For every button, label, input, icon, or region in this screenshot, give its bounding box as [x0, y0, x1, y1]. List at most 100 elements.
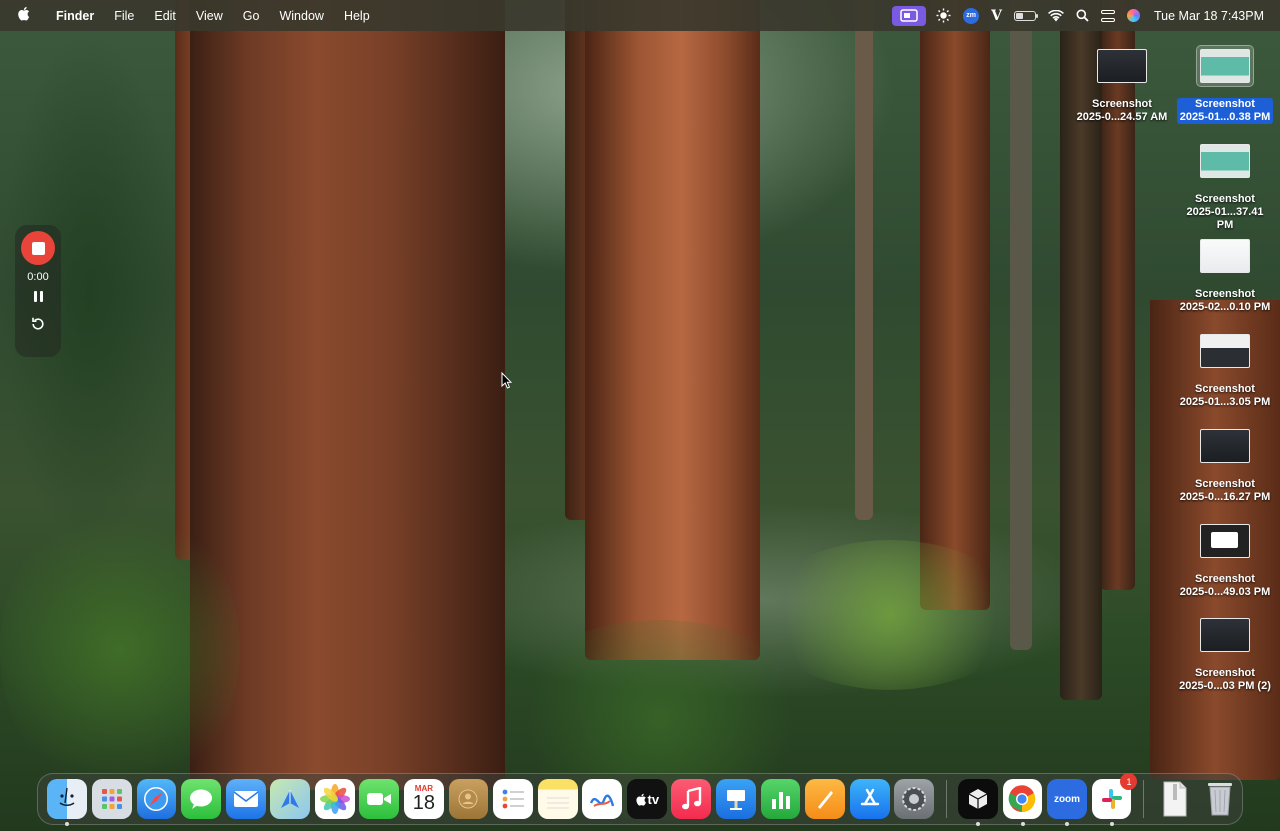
zoom-badge: zm	[963, 7, 980, 24]
pause-recording-button[interactable]	[33, 291, 43, 302]
reminders-icon[interactable]	[493, 779, 533, 819]
file-name-line1: Screenshot	[1092, 98, 1152, 110]
menu-view[interactable]: View	[186, 0, 233, 31]
file-thumbnail	[1200, 429, 1250, 463]
file-name-line1: Screenshot	[1195, 573, 1255, 585]
file-thumbnail	[1200, 334, 1250, 368]
wifi-icon[interactable]	[1042, 0, 1070, 31]
file-name-line2: 2025-0...16.27 PM	[1179, 491, 1271, 503]
wallpaper-foliage	[0, 500, 240, 800]
file-name-line2: 2025-01...0.38 PM	[1179, 111, 1271, 123]
trash-icon[interactable]	[1200, 779, 1240, 819]
menubar-clock[interactable]: Tue Mar 18 7:43PM	[1146, 0, 1270, 31]
wallpaper-tree	[585, 0, 760, 660]
facetime-icon[interactable]	[359, 779, 400, 819]
zoom-icon[interactable]: zoom	[1047, 779, 1087, 826]
wallpaper-foliage	[760, 540, 1020, 690]
v-logo-icon[interactable]: V	[985, 0, 1008, 31]
music-icon[interactable]	[671, 779, 712, 819]
finder-icon[interactable]	[47, 779, 88, 826]
file-name-line2: 2025-0...03 PM (2)	[1179, 680, 1271, 692]
dock: MAR 18 tv zoom 1	[37, 773, 1243, 826]
desktop-file-screenshot[interactable]: Screenshot 2025-02...0.10 PM	[1175, 235, 1275, 314]
recording-timer: 0:00	[27, 271, 49, 283]
file-name-line2: 2025-0...49.03 PM	[1179, 586, 1271, 598]
dock-separator	[945, 780, 947, 818]
dock-separator	[1142, 780, 1144, 818]
screen-recorder-widget: 0:00	[15, 225, 61, 357]
menu-go[interactable]: Go	[233, 0, 270, 31]
launchpad-icon[interactable]	[91, 779, 132, 819]
file-name-line2: 2025-01...3.05 PM	[1179, 396, 1271, 408]
stop-icon	[31, 241, 45, 255]
app-store-icon[interactable]	[849, 779, 890, 819]
slack-notification-badge: 1	[1120, 773, 1138, 790]
desktop-file-screenshot[interactable]: Screenshot 2025-01...37.41 PM	[1175, 140, 1275, 232]
system-settings-icon[interactable]	[894, 779, 935, 819]
freeform-icon[interactable]	[582, 779, 623, 819]
zoom-status-icon[interactable]: zm	[957, 0, 985, 31]
keynote-icon[interactable]	[716, 779, 756, 819]
restart-recording-button[interactable]	[30, 316, 46, 336]
menu-window[interactable]: Window	[269, 0, 333, 31]
file-name-line1: Screenshot	[1195, 478, 1255, 490]
numbers-icon[interactable]	[760, 779, 801, 819]
contacts-icon[interactable]	[448, 779, 489, 819]
restart-icon	[32, 317, 44, 330]
battery-icon[interactable]	[1008, 0, 1042, 31]
apple-menu-icon[interactable]	[0, 6, 46, 25]
brightness-icon[interactable]	[930, 0, 957, 31]
file-name-line1: Screenshot	[1195, 98, 1255, 110]
safari-icon[interactable]	[136, 779, 177, 819]
file-name-line2: 2025-0...24.57 AM	[1076, 111, 1168, 123]
file-name-line2: 2025-01...37.41 PM	[1186, 206, 1264, 231]
wallpaper-tree	[1010, 0, 1032, 650]
wallpaper-tree	[920, 0, 990, 610]
zoom-label: zoom	[1053, 793, 1081, 805]
desktop-file-screenshot[interactable]: Screenshot 2025-0...16.27 PM	[1175, 425, 1275, 504]
notes-icon[interactable]	[537, 779, 578, 819]
chrome-icon[interactable]	[1002, 779, 1043, 826]
file-thumbnail	[1200, 524, 1250, 558]
siri-icon[interactable]	[1121, 0, 1146, 31]
stop-recording-button[interactable]	[21, 231, 55, 265]
screen-share-icon[interactable]	[892, 5, 927, 26]
menu-edit[interactable]: Edit	[144, 0, 186, 31]
file-thumbnail	[1200, 144, 1250, 178]
file-name-line1: Screenshot	[1195, 667, 1255, 679]
menu-app-finder[interactable]: Finder	[46, 0, 104, 31]
slack-icon[interactable]: 1	[1091, 773, 1138, 826]
calendar-icon[interactable]: MAR 18	[404, 779, 444, 819]
apple-tv-icon[interactable]: tv	[626, 779, 667, 819]
photos-icon[interactable]	[314, 779, 355, 819]
pages-icon[interactable]	[805, 779, 846, 819]
file-name-line1: Screenshot	[1195, 193, 1255, 205]
file-name-line1: Screenshot	[1195, 288, 1255, 300]
apple-tv-label: tv	[647, 791, 660, 807]
spotlight-search-icon[interactable]	[1070, 0, 1095, 31]
parallels-icon[interactable]	[957, 779, 998, 826]
file-name-line1: Screenshot	[1195, 383, 1255, 395]
calendar-day: 18	[412, 792, 436, 814]
menu-help[interactable]: Help	[334, 0, 380, 31]
menu-bar: Finder File Edit View Go Window Help zm …	[0, 0, 1280, 31]
archive-file-icon[interactable]	[1155, 779, 1195, 819]
desktop-file-screenshot[interactable]: Screenshot 2025-0...03 PM (2)	[1175, 614, 1275, 693]
menu-file[interactable]: File	[104, 0, 144, 31]
wallpaper-tree	[855, 0, 873, 520]
mouse-cursor-icon	[501, 372, 513, 389]
desktop-file-screenshot[interactable]: Screenshot 2025-0...49.03 PM	[1175, 520, 1275, 599]
file-thumbnail	[1200, 618, 1250, 652]
maps-icon[interactable]	[270, 779, 311, 819]
mail-icon[interactable]	[225, 779, 266, 819]
desktop-file-screenshot-selected[interactable]: Screenshot 2025-01...0.38 PM	[1175, 45, 1275, 124]
file-thumbnail	[1200, 49, 1250, 83]
control-center-icon[interactable]	[1095, 0, 1121, 31]
file-name-line2: 2025-02...0.10 PM	[1179, 301, 1271, 313]
desktop-file-screenshot[interactable]: Screenshot 2025-01...3.05 PM	[1175, 330, 1275, 409]
file-thumbnail	[1097, 49, 1147, 83]
desktop-wallpaper	[0, 0, 1280, 831]
desktop-file-screenshot[interactable]: Screenshot 2025-0...24.57 AM	[1072, 45, 1172, 124]
messages-icon[interactable]	[181, 779, 221, 819]
file-thumbnail	[1200, 239, 1250, 273]
